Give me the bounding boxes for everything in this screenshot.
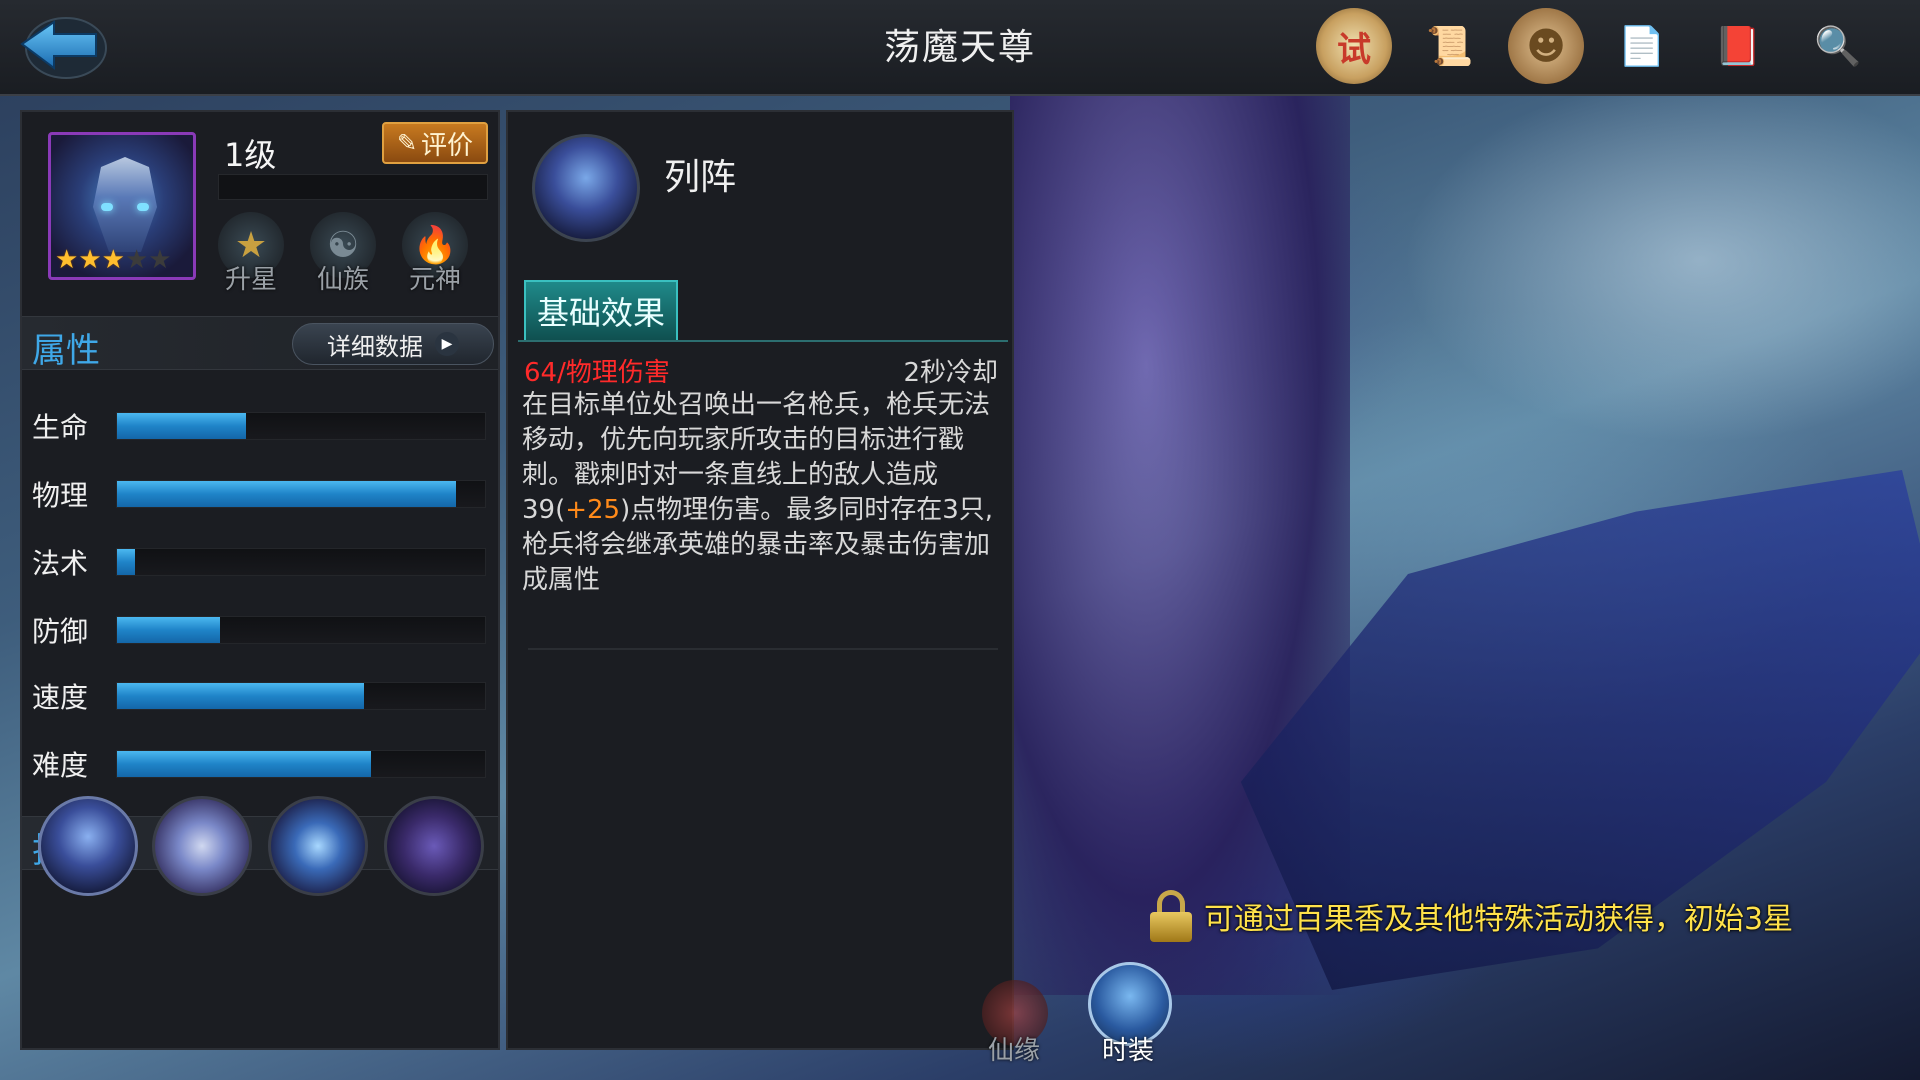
- rate-button[interactable]: ✎ 评价: [382, 122, 488, 164]
- skill-description: 在目标单位处召唤出一名枪兵，枪兵无法移动，优先向玩家所攻击的目标进行戳刺。戳刺时…: [522, 388, 1006, 598]
- top-bar: 荡魔天尊 试 📜 ☻ 📄 📕 🔍: [0, 0, 1920, 96]
- medal-icon[interactable]: ☻: [1508, 8, 1584, 84]
- tab-fate[interactable]: 仙缘: [988, 1030, 1040, 1067]
- hero-info-panel: ★ ★ ★ ★ ★ 1级 ✎ 评价 ★ 升星 ☯ 仙族 🔥 元神 属性 详细数据…: [20, 110, 500, 1050]
- star-icon-empty: ★: [148, 245, 172, 275]
- stat-row-speed: 速度: [32, 674, 492, 714]
- star-icon-filled: ★: [101, 245, 125, 275]
- skill-name: 列阵: [664, 157, 737, 198]
- hero-star-rating: ★ ★ ★ ★ ★: [55, 247, 172, 273]
- upgrade-star-button[interactable]: ★ 升星: [214, 212, 288, 296]
- magnifier-icon[interactable]: 🔍: [1800, 8, 1876, 84]
- skill-4-icon[interactable]: [384, 796, 484, 896]
- hero-eyes-art: [101, 203, 149, 211]
- page-title: 荡魔天尊: [883, 27, 1036, 68]
- scroll-icon[interactable]: 📜: [1412, 8, 1488, 84]
- attributes-title: 属性: [32, 331, 100, 371]
- skill-cooldown: 2秒冷却: [903, 358, 998, 388]
- back-button[interactable]: [14, 8, 110, 88]
- stat-row-defense: 防御: [32, 608, 492, 648]
- notes-icon[interactable]: 📄: [1604, 8, 1680, 84]
- skill-1-icon[interactable]: [38, 796, 138, 896]
- detail-data-button[interactable]: 详细数据 ▶: [292, 323, 494, 365]
- upgrade-star-label: 升星: [224, 265, 277, 295]
- bottom-tab-bar: 仙缘 时装: [880, 962, 1260, 1080]
- star-icon-filled: ★: [78, 245, 102, 275]
- stat-bar-track: [116, 750, 486, 778]
- tab-basic-effect[interactable]: 基础效果: [524, 280, 678, 340]
- stat-row-difficulty: 难度: [32, 742, 492, 782]
- stat-bar-fill: [117, 481, 456, 507]
- challenge-icon[interactable]: 试: [1316, 8, 1392, 84]
- stat-bar-fill: [117, 617, 221, 643]
- tab-costume[interactable]: 时装: [1102, 1030, 1154, 1067]
- stat-label: 防御: [32, 615, 89, 648]
- stat-bar-fill: [117, 549, 136, 575]
- back-arrow-icon: [20, 17, 107, 79]
- stat-bar-track: [116, 616, 486, 644]
- immortal-clan-label: 仙族: [316, 265, 369, 295]
- stat-bar-track: [116, 480, 486, 508]
- stat-bar-fill: [117, 751, 371, 777]
- skill-3-icon[interactable]: [268, 796, 368, 896]
- star-icon-empty: ★: [124, 245, 149, 275]
- attributes-header: 属性 详细数据 ▶: [22, 316, 498, 371]
- hero-level: 1级: [224, 136, 277, 174]
- stat-bar-fill: [117, 413, 246, 439]
- experience-bar: [218, 174, 488, 200]
- skill-2-icon[interactable]: [152, 796, 252, 896]
- tab-underline: [518, 340, 1008, 342]
- lock-icon: [1148, 890, 1194, 942]
- unlock-notice: 可通过百果香及其他特殊活动获得，初始3星: [1148, 890, 1793, 942]
- divider: [528, 648, 998, 650]
- skill-bonus-value: +25: [565, 495, 621, 525]
- immortal-clan-button[interactable]: ☯ 仙族: [306, 212, 380, 296]
- stat-bar-track: [116, 682, 486, 710]
- stat-row-magic: 法术: [32, 540, 492, 580]
- stat-label: 法术: [32, 547, 89, 580]
- spirit-label: 元神: [408, 265, 461, 295]
- play-arrow-icon: ▶: [435, 332, 459, 356]
- stat-label: 难度: [32, 749, 89, 782]
- stat-row-physical: 物理: [32, 472, 492, 512]
- stat-label: 物理: [32, 479, 89, 512]
- stat-bar-track: [116, 548, 486, 576]
- skill-detail-panel: 列阵 基础效果 64/物理伤害 2秒冷却 在目标单位处召唤出一名枪兵，枪兵无法移…: [506, 110, 1014, 1050]
- skill-damage: 64/物理伤害: [524, 358, 670, 388]
- spirit-button[interactable]: 🔥 元神: [398, 212, 472, 296]
- book-icon[interactable]: 📕: [1700, 8, 1776, 84]
- stat-row-hp: 生命: [32, 404, 492, 444]
- stat-label: 速度: [32, 681, 89, 714]
- edit-icon: ✎: [396, 129, 418, 157]
- star-icon-filled: ★: [55, 245, 79, 275]
- stat-label: 生命: [32, 411, 89, 444]
- unlock-notice-text: 可通过百果香及其他特殊活动获得，初始3星: [1204, 902, 1794, 937]
- detail-data-label: 详细数据: [327, 332, 423, 361]
- stat-bar-track: [116, 412, 486, 440]
- rate-button-label: 评价: [421, 130, 474, 161]
- hero-portrait[interactable]: ★ ★ ★ ★ ★: [48, 132, 196, 280]
- stat-bar-fill: [117, 683, 364, 709]
- selected-skill-icon: [532, 134, 640, 242]
